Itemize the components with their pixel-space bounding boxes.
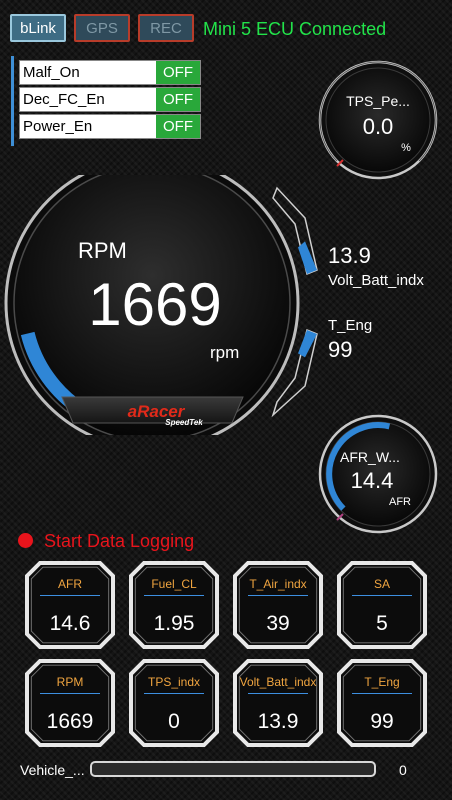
tile-frame-icon: [25, 561, 115, 649]
switch-label: Power_En: [23, 118, 93, 135]
data-tile[interactable]: T_Eng 99: [336, 658, 428, 748]
start-data-logging-button[interactable]: Start Data Logging: [44, 531, 194, 552]
switch-toggle[interactable]: OFF: [156, 88, 200, 111]
data-tile[interactable]: TPS_indx 0: [128, 658, 220, 748]
switch-label: Dec_FC_En: [23, 91, 105, 108]
tile-divider: [352, 693, 412, 694]
switch-label: Malf_On: [23, 64, 80, 81]
tile-divider: [248, 693, 308, 694]
vehicle-slider[interactable]: [90, 761, 376, 777]
tile-frame-icon: [25, 659, 115, 747]
data-tile[interactable]: Fuel_CL 1.95: [128, 560, 220, 650]
afr-value: 14.4: [351, 468, 394, 493]
data-tile[interactable]: AFR 14.6: [24, 560, 116, 650]
tile-label: AFR: [58, 577, 82, 591]
switch-toggle[interactable]: OFF: [156, 115, 200, 138]
tile-value: 1669: [46, 710, 94, 733]
afr-unit: AFR: [389, 496, 411, 508]
tile-divider: [248, 595, 308, 596]
tile-label: RPM: [56, 675, 84, 689]
rpm-value: 1669: [88, 271, 221, 338]
switch-malf-on[interactable]: Malf_On OFF: [19, 60, 201, 85]
tile-value: 14.6: [49, 612, 91, 635]
switch-dec-fc-en[interactable]: Dec_FC_En OFF: [19, 87, 201, 112]
tile-label: SA: [373, 577, 390, 591]
data-tile[interactable]: T_Air_indx 39: [232, 560, 324, 650]
tile-value: 99: [370, 710, 394, 733]
switch-power-en[interactable]: Power_En OFF: [19, 114, 201, 139]
tile-label: Fuel_CL: [151, 577, 197, 591]
tile-frame-icon: [129, 659, 219, 747]
blink-button[interactable]: bLink: [10, 14, 66, 42]
tile-value: 13.9: [257, 710, 299, 733]
tile-frame-icon: [233, 561, 323, 649]
tile-value: 1.95: [153, 612, 195, 635]
tile-frame-icon: [337, 659, 427, 747]
tile-divider: [144, 693, 204, 694]
data-tile[interactable]: SA 5: [336, 560, 428, 650]
tps-title: TPS_Pe...: [346, 93, 410, 109]
tile-divider: [40, 595, 100, 596]
tile-label: TPS_indx: [147, 675, 201, 689]
tile-value: 5: [376, 612, 388, 635]
data-tile[interactable]: Volt_Batt_indx 13.9: [232, 658, 324, 748]
vehicle-value: 0: [399, 762, 407, 778]
tile-frame-icon: [233, 659, 323, 747]
rec-button[interactable]: REC: [138, 14, 194, 42]
rpm-unit: rpm: [210, 343, 239, 362]
rpm-title: RPM: [78, 238, 127, 263]
tps-value: 0.0: [363, 114, 394, 139]
data-tile[interactable]: RPM 1669: [24, 658, 116, 748]
speedtek-logo: SpeedTek: [165, 418, 203, 427]
afr-title: AFR_W...: [340, 449, 400, 465]
tile-divider: [352, 595, 412, 596]
volt-label: Volt_Batt_indx: [328, 272, 424, 289]
volt-value: 13.9: [328, 243, 371, 268]
record-dot-icon[interactable]: [18, 533, 33, 548]
afr-gauge[interactable]: AFR_W... 14.4 AFR: [310, 412, 446, 536]
tile-frame-icon: [337, 561, 427, 649]
tile-value: 39: [266, 612, 290, 635]
tile-label: T_Eng: [364, 675, 400, 689]
tile-label: T_Air_indx: [249, 577, 307, 591]
teng-value: 99: [328, 337, 353, 362]
tile-label: Volt_Batt_indx: [239, 675, 317, 689]
side-gauges[interactable]: [265, 180, 335, 425]
tps-unit: %: [401, 142, 411, 154]
teng-label: T_Eng: [328, 317, 373, 334]
connection-status: Mini 5 ECU Connected: [203, 19, 387, 39]
switch-scroll-indicator[interactable]: [11, 56, 14, 146]
tile-frame-icon: [129, 561, 219, 649]
gps-button[interactable]: GPS: [74, 14, 130, 42]
tps-gauge[interactable]: TPS_Pe... 0.0 %: [310, 58, 446, 182]
tile-value: 0: [168, 710, 180, 733]
switch-toggle[interactable]: OFF: [156, 61, 200, 84]
tile-divider: [40, 693, 100, 694]
tile-divider: [144, 595, 204, 596]
vehicle-label: Vehicle_...: [20, 762, 85, 778]
